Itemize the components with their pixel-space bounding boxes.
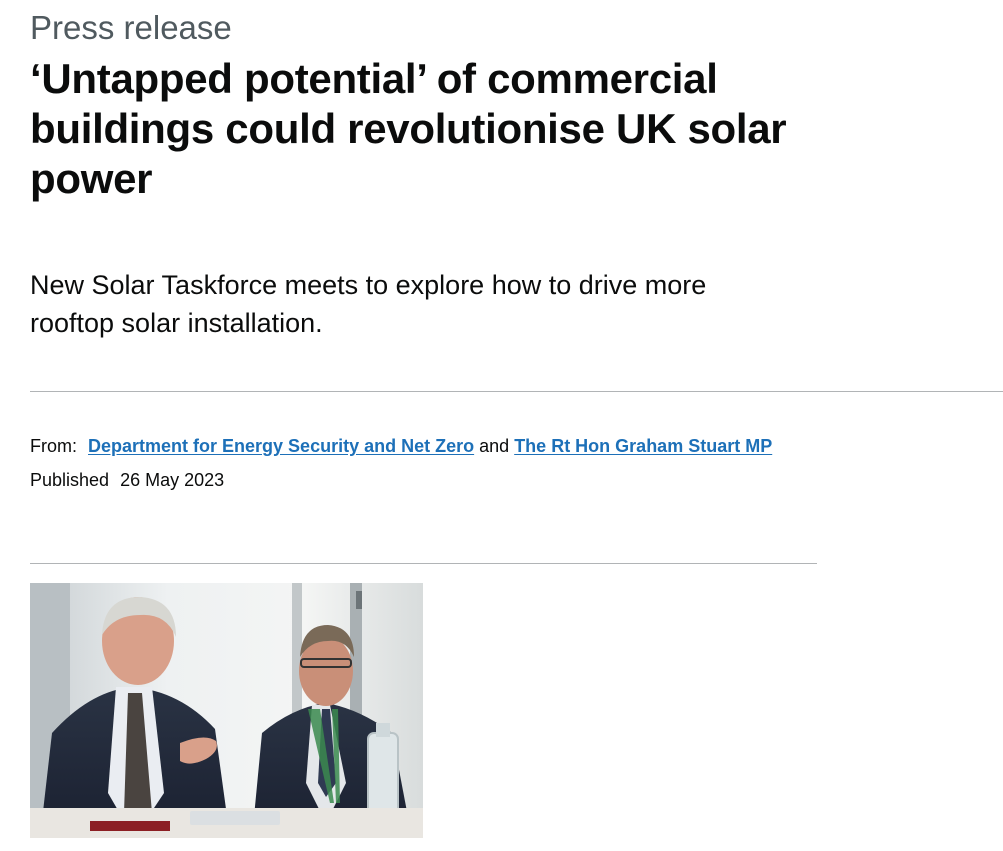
- from-label: From:: [30, 436, 77, 456]
- publication-metadata: From: Department for Energy Security and…: [30, 433, 772, 501]
- from-row: From: Department for Energy Security and…: [30, 433, 772, 459]
- page-title: ‘Untapped potential’ of commercial build…: [30, 55, 787, 202]
- page-caption: Press release: [30, 9, 232, 46]
- minister-link[interactable]: The Rt Hon Graham Stuart MP: [514, 436, 772, 456]
- published-row: Published 26 May 2023: [30, 467, 772, 493]
- metadata-divider: [30, 563, 817, 564]
- section-divider: [30, 391, 1003, 392]
- department-link[interactable]: Department for Energy Security and Net Z…: [88, 436, 474, 456]
- from-conjunction: and: [479, 436, 510, 456]
- lead-photo: [30, 583, 423, 838]
- published-label: Published: [30, 470, 110, 490]
- published-date: 26 May 2023: [120, 470, 225, 490]
- page-lead: New Solar Taskforce meets to explore how…: [30, 270, 707, 338]
